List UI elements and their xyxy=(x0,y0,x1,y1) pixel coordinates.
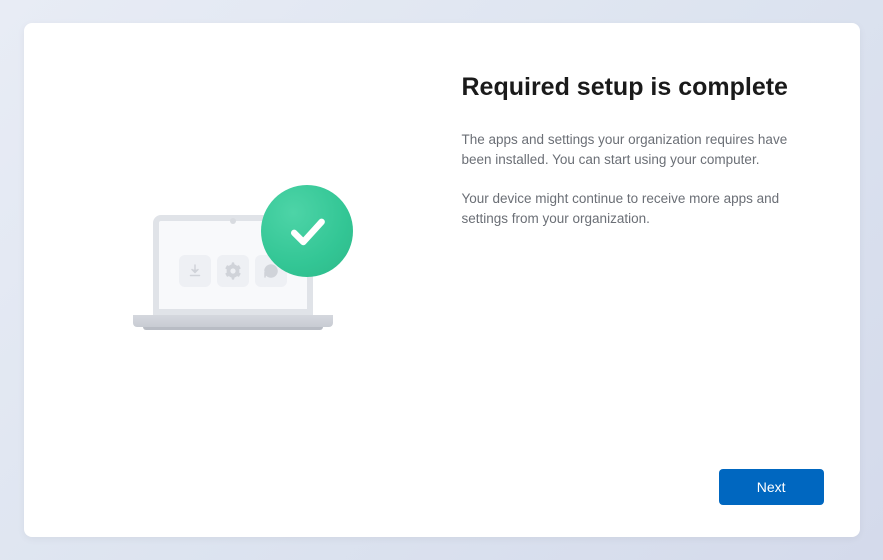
laptop-illustration xyxy=(133,215,333,375)
illustration-panel xyxy=(24,23,442,537)
description-secondary: Your device might continue to receive mo… xyxy=(462,189,820,230)
next-button[interactable]: Next xyxy=(719,469,824,505)
success-checkmark-icon xyxy=(261,185,353,277)
page-title: Required setup is complete xyxy=(462,73,820,102)
laptop-base xyxy=(133,315,333,327)
description-primary: The apps and settings your organization … xyxy=(462,130,820,171)
setup-complete-card: Required setup is complete The apps and … xyxy=(24,23,860,537)
download-icon xyxy=(179,255,211,287)
laptop-camera-dot xyxy=(230,218,236,224)
gear-icon xyxy=(217,255,249,287)
content-panel: Required setup is complete The apps and … xyxy=(442,23,860,537)
